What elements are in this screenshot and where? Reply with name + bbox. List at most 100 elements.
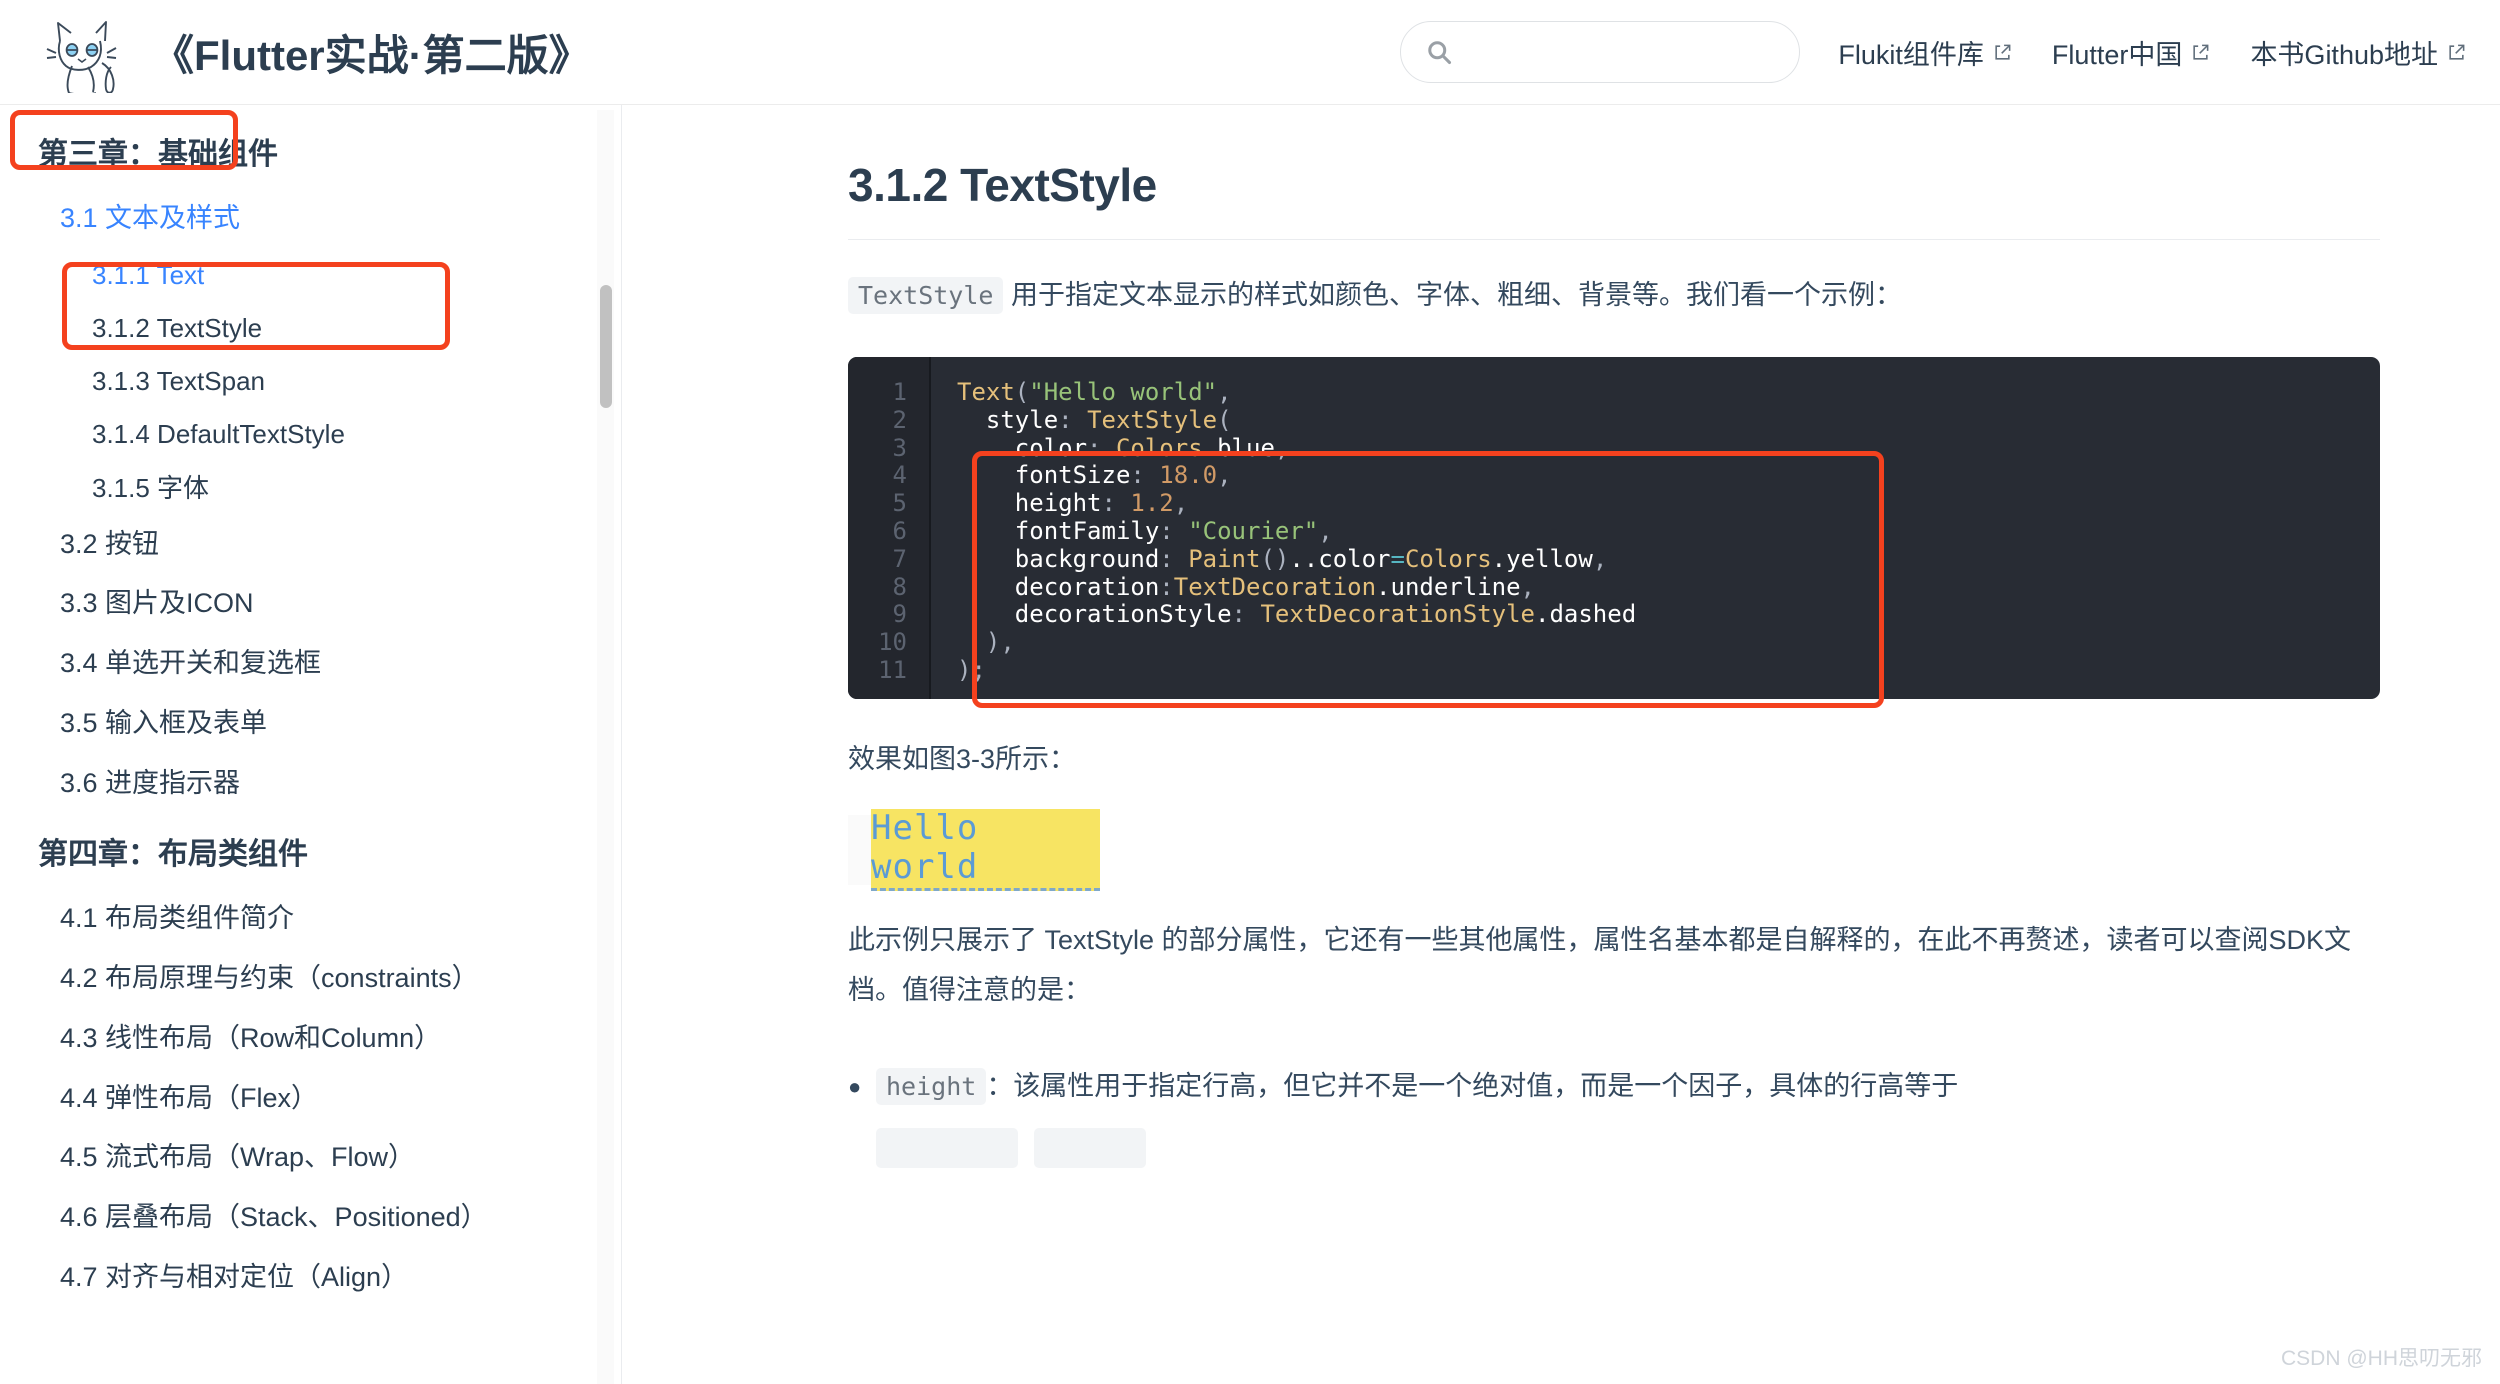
sidebar-item-4-3[interactable]: 4.3 线性布局（Row和Column） <box>0 1009 621 1069</box>
intro-text: 用于指定文本显示的样式如颜色、字体、粗细、背景等。我们看一个示例： <box>1003 280 1902 310</box>
line-number: 5 <box>892 489 907 518</box>
line-number: 4 <box>892 461 907 490</box>
sidebar-item-3-1-5[interactable]: 3.1.5 字体 <box>0 462 621 515</box>
header-right: Flukit组件库 Flutter中国 本书Github地址 <box>1400 21 2500 83</box>
sidebar-item-3-3[interactable]: 3.3 图片及ICON <box>0 574 621 634</box>
sidebar-item-label: 3.1 文本及样式 <box>60 203 241 233</box>
sidebar-chapter-3[interactable]: 第三章：基础组件 <box>0 113 621 189</box>
nav-link-github[interactable]: 本书Github地址 <box>2250 33 2466 72</box>
sidebar-item-label: 4.1 布局类组件简介 <box>60 903 295 934</box>
sidebar-chapter-4[interactable]: 第四章：布局类组件 <box>0 813 621 889</box>
code-line: ), <box>957 628 1015 657</box>
sidebar-item-3-1-1[interactable]: 3.1.1 Text <box>0 249 621 302</box>
sidebar-item-4-7[interactable]: 4.7 对齐与相对定位（Align） <box>0 1248 621 1308</box>
line-number: 9 <box>892 600 907 629</box>
sidebar-item-3-1-2[interactable]: 3.1.2 TextStyle <box>0 302 621 355</box>
code-line: background: Paint()..color=Colors.yellow… <box>957 544 1608 573</box>
sidebar-item-label: 3.1.4 DefaultTextStyle <box>92 419 345 450</box>
sidebar-item-3-2[interactable]: 3.2 按钮 <box>0 515 621 575</box>
sidebar-item-label: 4.6 层叠布局（Stack、Positioned） <box>60 1202 488 1233</box>
sidebar-item-label: 第三章：基础组件 <box>38 138 278 171</box>
code-line: decoration:TextDecoration.underline, <box>957 572 1535 601</box>
bullet-dot: ● <box>848 1073 862 1099</box>
page-root: 《Flutter实战·第二版》 Flukit组件库 Flutter中国 本书Gi… <box>0 0 2500 1384</box>
line-number: 2 <box>892 405 907 434</box>
watermark: CSDN @HH思叨无邪 <box>2281 1347 2482 1370</box>
sidebar-item-4-1[interactable]: 4.1 布局类组件简介 <box>0 889 621 949</box>
code-line: style: TextStyle( <box>957 405 1232 434</box>
title-divider <box>848 239 2380 240</box>
sidebar-item-label: 3.1.5 字体 <box>92 472 210 503</box>
body-paragraph: 此示例只展示了 TextStyle 的部分属性，它还有一些其他属性，属性名基本都… <box>848 924 2352 1005</box>
nav-link-label: 本书Github地址 <box>2250 39 2438 70</box>
code-line: ); <box>957 655 986 684</box>
cat-logo-icon <box>46 21 117 93</box>
article: 3.1.2 TextStyle TextStyle 用于指定文本显示的样式如颜色… <box>623 106 2500 1168</box>
line-number: 1 <box>892 377 907 406</box>
line-number: 6 <box>892 516 907 545</box>
code-line: fontSize: 18.0, <box>957 461 1232 490</box>
sidebar-item-4-2[interactable]: 4.2 布局原理与约束（constraints） <box>0 949 621 1009</box>
sidebar-item-label: 4.3 线性布局（Row和Column） <box>60 1022 442 1053</box>
sidebar-item-label: 3.3 图片及ICON <box>60 588 254 619</box>
inline-code-placeholder <box>1034 1127 1146 1168</box>
code-line: Text("Hello world", <box>957 377 1232 406</box>
inline-code-placeholder <box>876 1127 1018 1168</box>
bullet-text: ：该属性用于指定行高，但它并不是一个绝对值，而是一个因子，具体的行高等于 <box>986 1070 1959 1101</box>
nav-link-flukit[interactable]: Flukit组件库 <box>1838 33 2012 72</box>
book-title: 《Flutter实战·第二版》 <box>152 31 591 79</box>
sidebar-item-label: 3.2 按钮 <box>60 528 160 559</box>
code-block[interactable]: 1 2 3 4 5 6 7 8 9 10 11 Text("Hello worl… <box>848 356 2380 699</box>
sidebar-item-label: 4.7 对齐与相对定位（Align） <box>60 1261 409 1292</box>
sidebar-item-label: 3.6 进度指示器 <box>60 767 241 798</box>
sidebar-item-label: 4.5 流式布局（Wrap、Flow） <box>60 1142 416 1173</box>
cut-off-chips-row <box>848 1127 2380 1168</box>
demo-hello-world: Hello world <box>871 808 1100 891</box>
nav-link-flutter-china[interactable]: Flutter中国 <box>2052 33 2211 72</box>
sidebar-item-label: 3.5 输入框及表单 <box>60 707 268 738</box>
site-header: 《Flutter实战·第二版》 Flukit组件库 Flutter中国 本书Gi… <box>0 0 2500 105</box>
sidebar-item-label: 3.4 单选开关和复选框 <box>60 648 322 679</box>
external-link-icon <box>2193 44 2209 60</box>
sidebar-item-4-5[interactable]: 4.5 流式布局（Wrap、Flow） <box>0 1128 621 1188</box>
code-line-numbers: 1 2 3 4 5 6 7 8 9 10 11 <box>848 356 931 699</box>
bullet-content: height ：该属性用于指定行高，但它并不是一个绝对值，而是一个因子，具体的行高… <box>876 1062 1958 1112</box>
line-number: 3 <box>892 433 907 462</box>
sidebar-item-3-5[interactable]: 3.5 输入框及表单 <box>0 694 621 754</box>
main-content: 3.1.2 TextStyle TextStyle 用于指定文本显示的样式如颜色… <box>623 106 2500 1384</box>
sidebar-item-3-6[interactable]: 3.6 进度指示器 <box>0 754 621 814</box>
sidebar-item-3-4[interactable]: 3.4 单选开关和复选框 <box>0 634 621 694</box>
line-number: 10 <box>878 628 907 657</box>
list-item: ● height ：该属性用于指定行高，但它并不是一个绝对值，而是一个因子，具体的… <box>848 1062 2380 1112</box>
inline-code-textstyle: TextStyle <box>848 277 1004 314</box>
external-link-icon <box>2449 44 2465 60</box>
sidebar-item-3-1-3[interactable]: 3.1.3 TextSpan <box>0 355 621 408</box>
line-number: 7 <box>892 544 907 573</box>
sidebar-scrollbar-thumb[interactable] <box>600 285 612 408</box>
code-line: color: Colors.blue, <box>957 433 1290 462</box>
sidebar-item-4-6[interactable]: 4.6 层叠布局（Stack、Positioned） <box>0 1188 621 1248</box>
sidebar-item-label: 4.4 弹性布局（Flex） <box>60 1082 319 1113</box>
nav-link-label: Flukit组件库 <box>1838 39 1984 70</box>
external-link-icon <box>1995 44 2011 60</box>
intro-paragraph: TextStyle 用于指定文本显示的样式如颜色、字体、粗细、背景等。我们看一个… <box>848 271 2380 321</box>
sidebar-item-label: 4.2 布局原理与约束（constraints） <box>60 963 479 994</box>
sidebar-item-label: 3.1.3 TextSpan <box>92 366 265 397</box>
sidebar-item-3-1-4[interactable]: 3.1.4 DefaultTextStyle <box>0 408 621 461</box>
search-box[interactable] <box>1400 21 1801 83</box>
search-icon <box>1428 41 1452 65</box>
inline-code-height: height <box>876 1067 987 1105</box>
figure-caption: 效果如图3-3所示： <box>848 743 1077 774</box>
code-line: fontFamily: "Courier", <box>957 516 1333 545</box>
sidebar-item-4-4[interactable]: 4.4 弹性布局（Flex） <box>0 1069 621 1129</box>
sidebar-nav[interactable]: 第三章：基础组件 3.1 文本及样式 3.1.1 Text 3.1.2 Text… <box>0 105 622 1384</box>
figure-3-3: Hello world <box>848 808 1100 891</box>
line-number: 11 <box>878 655 907 684</box>
code-text[interactable]: Text("Hello world", style: TextStyle( co… <box>931 357 2380 699</box>
logo[interactable] <box>22 11 142 93</box>
sidebar-item-3-1[interactable]: 3.1 文本及样式 <box>0 189 621 249</box>
page-title: 3.1.2 TextStyle <box>848 159 1157 211</box>
search-input[interactable] <box>1453 22 1776 82</box>
code-line: decorationStyle: TextDecorationStyle.das… <box>957 600 1637 629</box>
code-line: height: 1.2, <box>957 489 1189 518</box>
